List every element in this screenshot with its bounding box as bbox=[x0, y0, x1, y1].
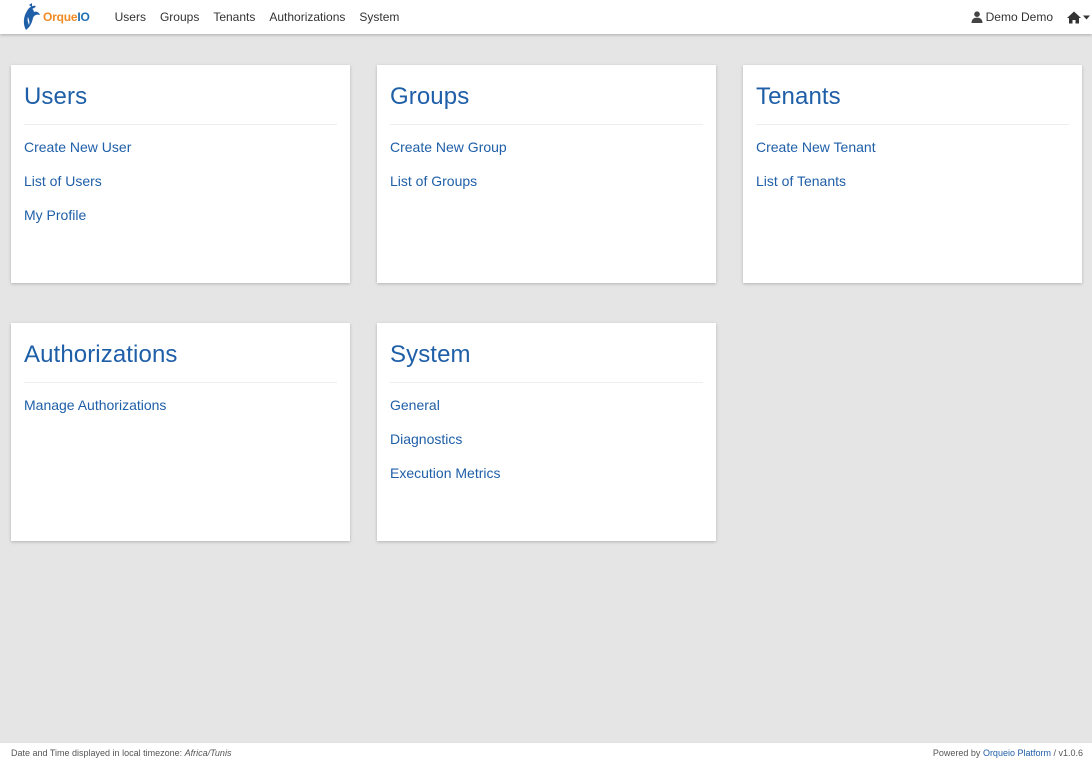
platform-link[interactable]: Orqueio Platform bbox=[983, 748, 1051, 758]
link-diagnostics[interactable]: Diagnostics bbox=[390, 431, 462, 448]
card-title-groups: Groups bbox=[390, 65, 703, 125]
nav-link-system[interactable]: System bbox=[359, 0, 399, 34]
footer: Date and Time displayed in local timezon… bbox=[0, 742, 1092, 760]
nav-link-tenants[interactable]: Tenants bbox=[213, 0, 255, 34]
link-create-new-user[interactable]: Create New User bbox=[24, 139, 131, 156]
main-nav: Users Groups Tenants Authorizations Syst… bbox=[115, 0, 414, 34]
card-title-users: Users bbox=[24, 65, 337, 125]
timezone-value: Africa/Tunis bbox=[184, 748, 232, 758]
card-groups: Groups Create New Group List of Groups bbox=[377, 65, 716, 283]
home-menu[interactable] bbox=[1067, 11, 1090, 24]
footer-timezone: Date and Time displayed in local timezon… bbox=[11, 748, 231, 758]
card-links-authorizations: Manage Authorizations bbox=[24, 383, 337, 414]
link-manage-authorizations[interactable]: Manage Authorizations bbox=[24, 397, 166, 414]
link-list-of-groups[interactable]: List of Groups bbox=[390, 173, 477, 190]
link-list-of-users[interactable]: List of Users bbox=[24, 173, 102, 190]
top-navbar: OrqueIO Users Groups Tenants Authorizati… bbox=[0, 0, 1092, 34]
card-title-system: System bbox=[390, 323, 703, 383]
home-icon bbox=[1067, 11, 1081, 23]
link-create-new-tenant[interactable]: Create New Tenant bbox=[756, 139, 876, 156]
card-links-groups: Create New Group List of Groups bbox=[390, 125, 703, 190]
user-name: Demo Demo bbox=[985, 10, 1053, 24]
version-label: / v1.0.6 bbox=[1050, 748, 1083, 758]
nav-link-groups[interactable]: Groups bbox=[160, 0, 199, 34]
nav-right: Demo Demo bbox=[971, 0, 1092, 34]
brand-logo[interactable]: OrqueIO bbox=[20, 0, 90, 34]
nav-link-authorizations[interactable]: Authorizations bbox=[269, 0, 345, 34]
user-icon bbox=[971, 11, 983, 23]
card-links-system: General Diagnostics Execution Metrics bbox=[390, 383, 703, 482]
card-users: Users Create New User List of Users My P… bbox=[11, 65, 350, 283]
card-tenants: Tenants Create New Tenant List of Tenant… bbox=[743, 65, 1082, 283]
card-system: System General Diagnostics Execution Met… bbox=[377, 323, 716, 541]
link-create-new-group[interactable]: Create New Group bbox=[390, 139, 507, 156]
brand-name-part2: IO bbox=[77, 10, 90, 24]
nav-link-users[interactable]: Users bbox=[115, 0, 146, 34]
link-list-of-tenants[interactable]: List of Tenants bbox=[756, 173, 846, 190]
footer-powered-by: Powered by Orqueio Platform / v1.0.6 bbox=[933, 748, 1083, 758]
link-my-profile[interactable]: My Profile bbox=[24, 207, 86, 224]
link-general[interactable]: General bbox=[390, 397, 440, 414]
orca-logo-icon bbox=[23, 3, 40, 30]
powered-by-label: Powered by bbox=[932, 748, 983, 758]
brand-name: OrqueIO bbox=[43, 10, 90, 24]
caret-down-icon bbox=[1083, 15, 1090, 19]
link-execution-metrics[interactable]: Execution Metrics bbox=[390, 465, 500, 482]
card-links-tenants: Create New Tenant List of Tenants bbox=[756, 125, 1069, 190]
user-menu[interactable]: Demo Demo bbox=[971, 10, 1053, 24]
brand-name-part1: Orque bbox=[43, 10, 78, 24]
timezone-label: Date and Time displayed in local timezon… bbox=[11, 748, 185, 758]
card-links-users: Create New User List of Users My Profile bbox=[24, 125, 337, 224]
card-authorizations: Authorizations Manage Authorizations bbox=[11, 323, 350, 541]
card-title-tenants: Tenants bbox=[756, 65, 1069, 125]
card-title-authorizations: Authorizations bbox=[24, 323, 337, 383]
